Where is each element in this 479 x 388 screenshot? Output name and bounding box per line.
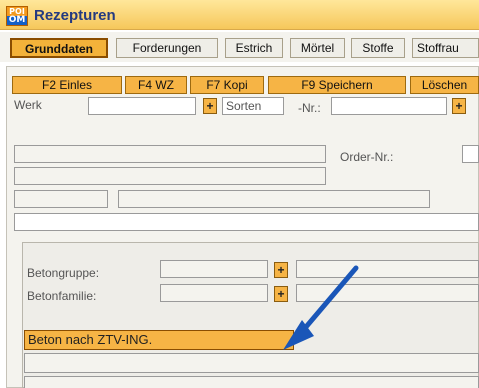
pointer-arrow	[283, 265, 359, 350]
